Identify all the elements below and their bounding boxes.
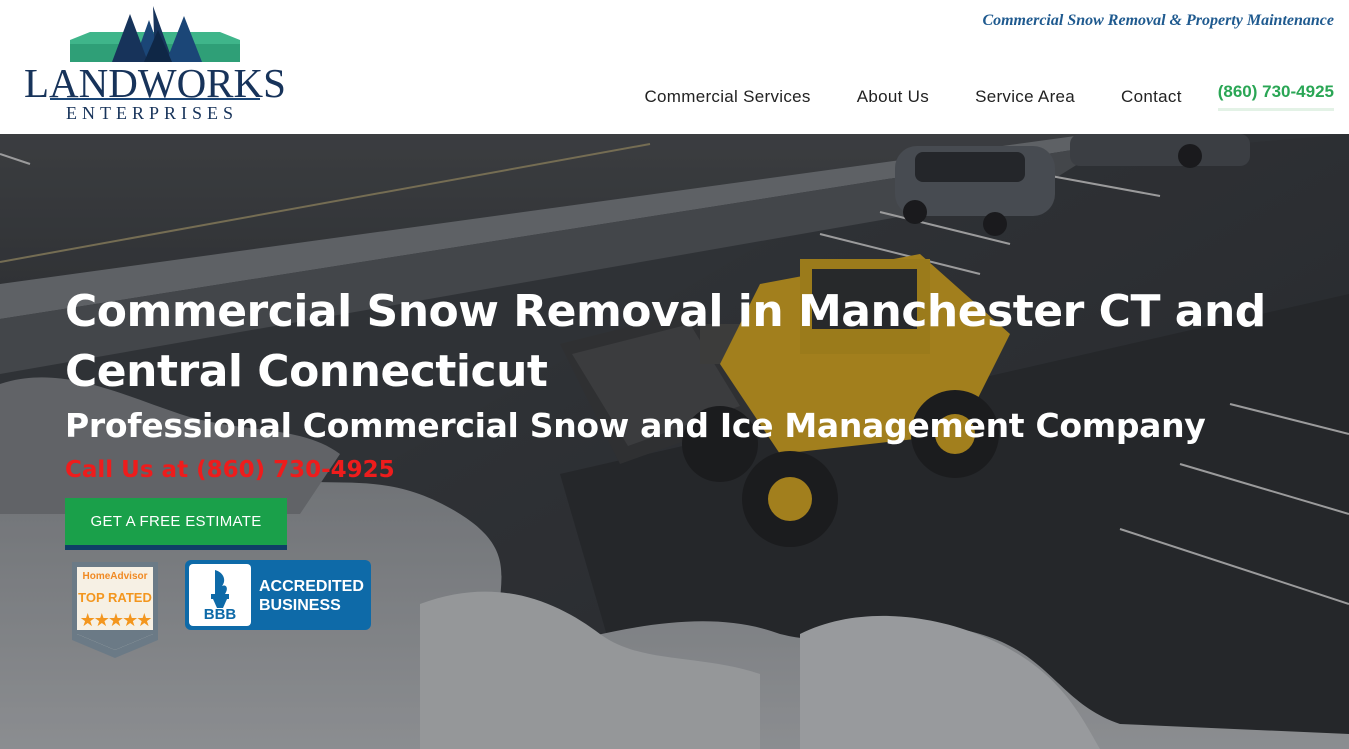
- nav-contact[interactable]: Contact: [1121, 87, 1182, 107]
- main-nav: Commercial Services About Us Service Are…: [598, 82, 1334, 111]
- pine-trees-icon: [70, 6, 240, 62]
- nav-phone-link[interactable]: (860) 730-4925: [1217, 82, 1334, 111]
- logo-subtitle: ENTERPRISES: [66, 103, 239, 123]
- free-estimate-button[interactable]: GET A FREE ESTIMATE: [65, 498, 287, 550]
- nav-commercial-services[interactable]: Commercial Services: [644, 87, 810, 107]
- homeadvisor-rating: TOP RATED: [78, 590, 152, 605]
- nav-service-area[interactable]: Service Area: [975, 87, 1075, 107]
- site-header: LANDWORKS ENTERPRISES Commercial Snow Re…: [0, 0, 1349, 134]
- bbb-seal: BBB: [189, 564, 251, 626]
- logo-divider: [50, 98, 260, 100]
- bbb-seal-label: BBB: [203, 606, 237, 623]
- bbb-line-1: ACCREDITED: [259, 578, 364, 595]
- hero-title: Commercial Snow Removal in Manchester CT…: [65, 286, 1266, 397]
- nav-about-us[interactable]: About Us: [857, 87, 929, 107]
- homeadvisor-stars-icon: ★★★★★: [79, 610, 153, 630]
- homeadvisor-brand: HomeAdvisor: [82, 571, 148, 582]
- header-tagline: Commercial Snow Removal & Property Maint…: [982, 12, 1334, 29]
- hero-call-link[interactable]: Call Us at (860) 730-4925: [65, 456, 395, 484]
- homeadvisor-badge[interactable]: HomeAdvisor TOP RATED ★★★★★: [72, 562, 158, 658]
- hero-subtitle: Professional Commercial Snow and Ice Man…: [65, 406, 1206, 445]
- hero-section: Commercial Snow Removal in Manchester CT…: [0, 134, 1349, 749]
- bbb-accredited-badge[interactable]: BBB ACCREDITED BUSINESS: [185, 560, 371, 630]
- bbb-line-2: BUSINESS: [259, 597, 341, 614]
- landworks-logo[interactable]: LANDWORKS ENTERPRISES: [22, 6, 287, 128]
